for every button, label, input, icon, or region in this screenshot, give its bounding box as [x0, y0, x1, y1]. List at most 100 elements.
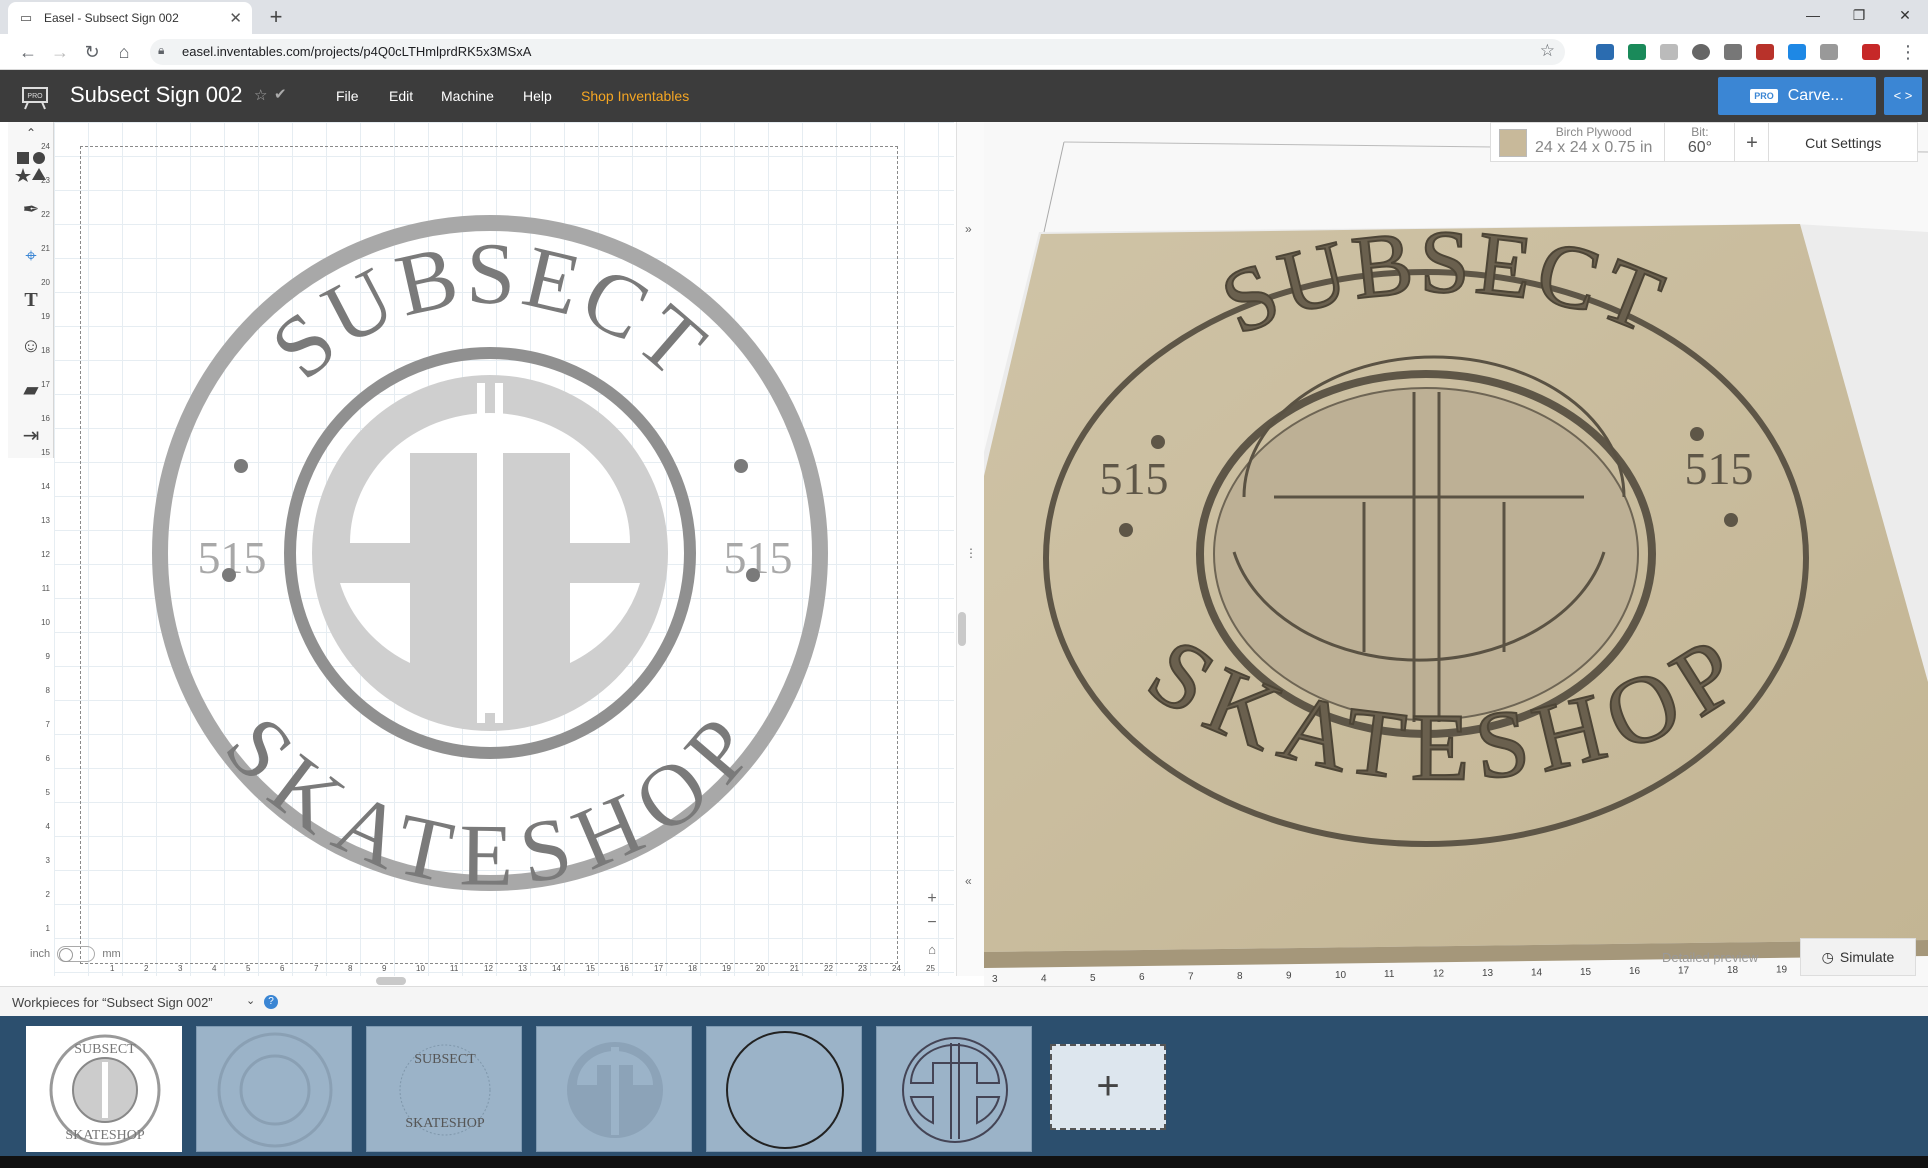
expand-right-icon[interactable]: »	[965, 222, 972, 236]
bookmark-star-icon[interactable]: ☆	[1540, 41, 1555, 61]
drag-handle-icon[interactable]: ⋮	[965, 546, 977, 560]
browser-menu-icon[interactable]: ⋮	[1896, 40, 1920, 64]
workpieces-title[interactable]: Workpieces for “Subsect Sign 002”	[12, 995, 213, 1010]
3d-preview[interactable]: SUBSECT SKATESHOP 515 515 3 4 5 6 7 8 9 10 11 12 1…	[984, 122, 1928, 986]
workpiece-thumbnail[interactable]	[876, 1026, 1032, 1152]
extension-icon[interactable]	[1660, 44, 1678, 60]
extension-icon[interactable]	[1692, 44, 1710, 60]
close-window-button[interactable]: ✕	[1882, 0, 1928, 30]
simulate-label: Simulate	[1839, 949, 1895, 965]
workpieces-header: Workpieces for “Subsect Sign 002” ⌄ ?	[0, 986, 1928, 1016]
zoom-home-icon[interactable]: ⌂	[920, 942, 944, 964]
unit-switch[interactable]	[57, 946, 96, 962]
workpiece-thumbnail[interactable]: SUBSECT SKATESHOP	[26, 1026, 182, 1152]
simulate-button[interactable]: ◷ Simulate	[1800, 938, 1916, 976]
reload-icon[interactable]: ↻	[80, 40, 104, 64]
close-tab-icon[interactable]: ✕	[229, 9, 242, 27]
workpiece-thumbnail[interactable]	[536, 1026, 692, 1152]
url-text[interactable]: easel.inventables.com/projects/p4Q0cLTHm…	[182, 44, 531, 59]
y-ruler-tick: 18	[41, 346, 50, 355]
x-ruler-tick: 5	[246, 964, 251, 973]
extension-icon[interactable]	[1724, 44, 1742, 60]
preview-side-right: 515	[1685, 443, 1754, 494]
browser-tab[interactable]: ▭ Easel - Subsect Sign 002 ✕	[8, 2, 252, 34]
thumb-bottom-text: SKATESHOP	[65, 1128, 145, 1143]
forward-icon[interactable]: →	[48, 40, 72, 64]
design-artwork[interactable]: SUBSECT SKATESHOP 515 515	[150, 213, 830, 893]
x-ruler-tick: 6	[280, 964, 285, 973]
x-ruler-tick: 2	[144, 964, 149, 973]
menu-help[interactable]: Help	[523, 88, 552, 104]
preview-x-ruler-tick: 13	[1482, 968, 1494, 979]
material-swatch[interactable]	[1499, 129, 1527, 157]
add-bit-button[interactable]: +	[1734, 123, 1768, 161]
vertical-scrollbar[interactable]	[958, 612, 966, 646]
help-icon[interactable]: ?	[264, 995, 278, 1009]
back-icon[interactable]: ←	[16, 40, 40, 64]
preview-x-ruler-tick: 11	[1384, 969, 1395, 980]
preview-x-ruler-tick: 12	[1433, 969, 1445, 980]
project-title[interactable]: Subsect Sign 002	[70, 82, 242, 108]
zoom-in-button[interactable]: +	[920, 890, 944, 912]
x-ruler-tick: 7	[314, 964, 319, 973]
page-favicon-icon: ▭	[19, 10, 33, 25]
y-ruler-tick: 4	[45, 822, 50, 831]
add-workpiece-button[interactable]: +	[1050, 1044, 1166, 1130]
preview-x-ruler-tick: 15	[1580, 967, 1592, 978]
unit-inch-label: inch	[30, 947, 51, 960]
x-ruler-tick: 1	[110, 964, 115, 973]
x-ruler-tick: 18	[688, 964, 697, 973]
x-ruler-tick: 19	[722, 964, 731, 973]
panel-splitter[interactable]: » ⋮ «	[956, 122, 984, 976]
material-info[interactable]: Birch Plywood 24 x 24 x 0.75 in	[1535, 123, 1652, 161]
menu-edit[interactable]: Edit	[389, 88, 413, 104]
workpieces-dropdown-icon[interactable]: ⌄	[246, 994, 255, 1007]
cut-settings-button[interactable]: Cut Settings	[1768, 123, 1917, 161]
x-ruler-tick: 21	[790, 964, 799, 973]
x-ruler-tick: 10	[416, 964, 425, 973]
detailed-preview-toggle[interactable]: Detailed preview	[1662, 950, 1758, 965]
menu-file[interactable]: File	[336, 88, 359, 104]
shop-inventables-link[interactable]: Shop Inventables	[581, 88, 689, 104]
extension-icon[interactable]	[1862, 44, 1880, 60]
menu-machine[interactable]: Machine	[441, 88, 494, 104]
saved-check-icon: ✔	[274, 86, 287, 103]
zoom-out-button[interactable]: −	[920, 914, 944, 936]
extension-icon[interactable]	[1628, 44, 1646, 60]
favorite-star-icon[interactable]: ☆	[254, 86, 267, 104]
extension-icon[interactable]	[1596, 44, 1614, 60]
workpiece-thumbnail[interactable]: SUBSECT SKATESHOP	[366, 1026, 522, 1152]
home-icon[interactable]: ⌂	[112, 40, 136, 64]
workpiece-thumbnail[interactable]	[706, 1026, 862, 1152]
bit-selector[interactable]: Bit: 60°	[1664, 123, 1734, 161]
x-ruler-tick: 15	[586, 964, 595, 973]
unit-mm-label: mm	[102, 947, 121, 960]
x-ruler-tick: 4	[212, 964, 217, 973]
preview-x-ruler-tick: 16	[1629, 966, 1641, 977]
preview-x-ruler-tick: 4	[1041, 973, 1047, 984]
workpiece-thumbnail[interactable]	[196, 1026, 352, 1152]
x-ruler-tick: 9	[382, 964, 387, 973]
y-ruler-tick: 13	[41, 516, 50, 525]
extension-icon[interactable]	[1756, 44, 1774, 60]
horizontal-scrollbar[interactable]	[376, 977, 406, 985]
restore-button[interactable]: ❐	[1836, 0, 1882, 30]
expand-left-icon[interactable]: «	[965, 874, 972, 888]
new-tab-button[interactable]: +	[262, 5, 290, 31]
preview-render: SUBSECT SKATESHOP 515 515 3 4 5 6 7 8 9 10 11 12 1…	[984, 141, 1928, 985]
minimize-button[interactable]: —	[1790, 0, 1836, 30]
unit-toggle[interactable]: inch mm	[30, 946, 121, 962]
x-ruler-tick: 14	[552, 964, 561, 973]
address-bar[interactable]: 🔒︎ easel.inventables.com/projects/p4Q0cL…	[150, 39, 1565, 65]
y-ruler-tick: 19	[41, 312, 50, 321]
extension-icon[interactable]	[1788, 44, 1806, 60]
easel-pro-logo[interactable]: PRO	[20, 82, 50, 110]
preview-x-ruler-tick: 8	[1237, 971, 1243, 982]
material-panel: Birch Plywood 24 x 24 x 0.75 in Bit: 60°…	[1490, 122, 1918, 162]
x-ruler-tick: 11	[450, 964, 459, 973]
extension-icon[interactable]	[1820, 44, 1838, 60]
carve-button[interactable]: PRO Carve...	[1718, 77, 1876, 115]
x-ruler-tick: 25	[926, 964, 935, 973]
y-ruler-tick: 23	[41, 176, 50, 185]
expand-arrows-icon[interactable]: < >	[1884, 77, 1922, 115]
